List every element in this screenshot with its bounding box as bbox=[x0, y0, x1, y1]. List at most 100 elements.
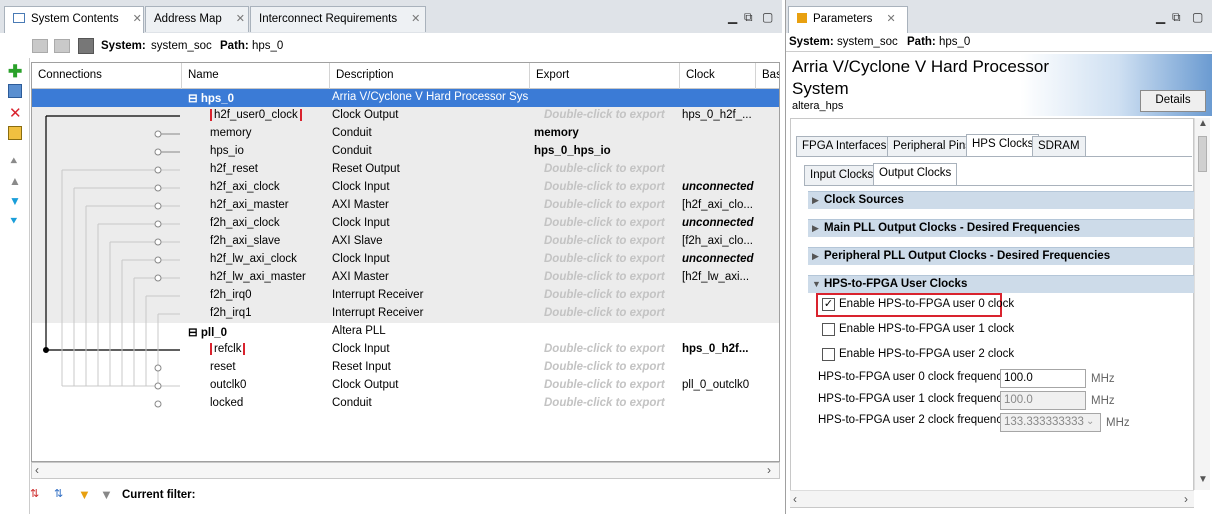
clock-cell[interactable]: unconnected bbox=[682, 253, 754, 265]
scroll-left-icon[interactable]: ‹ bbox=[793, 492, 797, 506]
clock-cell[interactable]: hps_0_h2f_... bbox=[682, 109, 754, 121]
maximize-icon[interactable]: ▢ bbox=[762, 10, 773, 24]
move-up-icon[interactable]: ▲ bbox=[9, 174, 21, 188]
edit-icon[interactable] bbox=[8, 126, 22, 140]
user1-frequency-field[interactable]: 100.0 bbox=[1000, 391, 1086, 410]
add-icon[interactable]: ✚ bbox=[8, 62, 22, 82]
clock-cell[interactable]: [h2f_axi_clo... bbox=[682, 199, 754, 211]
export-cell[interactable]: Double-click to export bbox=[544, 361, 688, 373]
horizontal-scrollbar[interactable]: ‹ › bbox=[790, 490, 1194, 507]
scroll-up-icon[interactable]: ▲ bbox=[1198, 118, 1208, 129]
export-cell[interactable]: Double-click to export bbox=[544, 163, 688, 175]
tab-input-clocks[interactable]: Input Clocks bbox=[804, 165, 880, 185]
tab-interconnect-requirements[interactable]: Interconnect Requirements ✕ bbox=[250, 6, 426, 32]
details-button[interactable]: Details bbox=[1140, 90, 1206, 112]
user0-clock-checkbox[interactable]: ✓ bbox=[822, 298, 835, 311]
clock-cell[interactable]: [h2f_lw_axi... bbox=[682, 271, 754, 283]
clock-cell[interactable]: unconnected bbox=[682, 217, 754, 229]
column-header-connections[interactable]: Connections bbox=[32, 63, 182, 89]
export-cell[interactable]: hps_0_hps_io bbox=[534, 145, 678, 157]
scroll-right-icon[interactable]: › bbox=[767, 463, 771, 477]
export-cell[interactable]: Double-click to export bbox=[544, 109, 688, 121]
user1-clock-checkbox[interactable] bbox=[822, 323, 835, 336]
export-cell[interactable]: Double-click to export bbox=[544, 199, 688, 211]
column-header-name[interactable]: Name bbox=[182, 63, 330, 89]
collapse-icon[interactable]: ⊟ bbox=[188, 93, 201, 105]
export-cell[interactable]: Double-click to export bbox=[544, 253, 688, 265]
connection-point[interactable] bbox=[154, 364, 162, 372]
clock-cell[interactable]: unconnected bbox=[682, 181, 754, 193]
export-cell[interactable]: Double-click to export bbox=[544, 271, 688, 283]
export-cell[interactable]: Double-click to export bbox=[544, 235, 688, 247]
connection-point[interactable] bbox=[43, 347, 49, 353]
export-cell[interactable]: Double-click to export bbox=[544, 289, 688, 301]
tab-peripheral-pins[interactable]: Peripheral Pins bbox=[887, 136, 977, 156]
move-bottom-icon[interactable]: ⯆ bbox=[9, 214, 19, 229]
move-top-icon[interactable] bbox=[32, 39, 48, 53]
export-cell[interactable]: Double-click to export bbox=[544, 379, 688, 391]
scroll-left-icon[interactable]: ‹ bbox=[35, 463, 39, 477]
chevron-down-icon[interactable]: ⌄ bbox=[1086, 416, 1094, 427]
connection-point[interactable] bbox=[154, 220, 162, 228]
close-icon[interactable]: ✕ bbox=[886, 13, 895, 25]
connection-point[interactable] bbox=[154, 130, 162, 138]
minimize-icon[interactable]: ▁ bbox=[1156, 10, 1165, 24]
connection-point[interactable] bbox=[154, 274, 162, 282]
tab-parameters[interactable]: Parameters ✕ bbox=[788, 6, 908, 33]
column-header-base[interactable]: Bas bbox=[756, 63, 779, 89]
tab-fpga-interfaces[interactable]: FPGA Interfaces bbox=[796, 136, 893, 156]
export-cell[interactable]: memory bbox=[534, 127, 678, 139]
tab-output-clocks[interactable]: Output Clocks bbox=[873, 163, 958, 185]
section-hps-to-fpga-user-clocks[interactable]: ▼ HPS-to-FPGA User Clocks bbox=[808, 275, 1194, 293]
remove-icon[interactable]: ✕ bbox=[9, 104, 22, 122]
collapse-icon[interactable]: ⊟ bbox=[188, 327, 201, 339]
horizontal-scrollbar[interactable]: ‹ › bbox=[31, 462, 780, 479]
export-cell[interactable]: Double-click to export bbox=[544, 307, 688, 319]
connection-point[interactable] bbox=[154, 148, 162, 156]
clock-cell[interactable]: hps_0_h2f... bbox=[682, 343, 754, 355]
user2-clock-checkbox[interactable] bbox=[822, 348, 835, 361]
export-cell[interactable]: Double-click to export bbox=[544, 343, 688, 355]
section-clock-sources[interactable]: ▶ Clock Sources bbox=[808, 191, 1194, 209]
move-top-icon[interactable]: ⯅ bbox=[9, 154, 19, 169]
minimize-icon[interactable]: ▁ bbox=[728, 10, 737, 24]
connection-point[interactable] bbox=[154, 184, 162, 192]
scrollbar-thumb[interactable] bbox=[1198, 136, 1207, 172]
scroll-down-icon[interactable]: ▼ bbox=[1198, 474, 1208, 485]
connection-point[interactable] bbox=[154, 382, 162, 390]
close-icon[interactable]: ✕ bbox=[411, 13, 420, 25]
tab-sdram[interactable]: SDRAM bbox=[1032, 136, 1086, 156]
tab-hps-clocks[interactable]: HPS Clocks bbox=[966, 134, 1040, 156]
export-cell[interactable]: Double-click to export bbox=[544, 397, 688, 409]
scroll-right-icon[interactable]: › bbox=[1184, 492, 1188, 506]
export-cell[interactable]: Double-click to export bbox=[544, 181, 688, 193]
connection-point[interactable] bbox=[154, 238, 162, 246]
export-cell[interactable]: Double-click to export bbox=[544, 217, 688, 229]
section-peripheral-pll[interactable]: ▶ Peripheral PLL Output Clocks - Desired … bbox=[808, 247, 1194, 265]
filter-icon[interactable]: ▼ bbox=[78, 487, 91, 502]
vertical-scrollbar[interactable]: ▲ ▼ bbox=[1194, 118, 1210, 490]
filter-reset-icon[interactable]: ⇅ bbox=[54, 487, 63, 500]
clock-cell[interactable]: [f2h_axi_clo... bbox=[682, 235, 754, 247]
clock-cell[interactable]: pll_0_outclk0 bbox=[682, 379, 754, 391]
add-component-icon[interactable] bbox=[8, 84, 22, 98]
user0-frequency-field[interactable]: 100.0 bbox=[1000, 369, 1086, 388]
column-header-description[interactable]: Description bbox=[330, 63, 530, 89]
move-up-icon[interactable] bbox=[54, 39, 70, 53]
connection-point[interactable] bbox=[154, 400, 162, 408]
connection-point[interactable] bbox=[154, 202, 162, 210]
connection-point[interactable] bbox=[154, 256, 162, 264]
tab-address-map[interactable]: Address Map ✕ bbox=[145, 6, 249, 32]
tab-system-contents[interactable]: System Contents ✕ bbox=[4, 6, 144, 33]
connection-point[interactable] bbox=[154, 166, 162, 174]
column-header-clock[interactable]: Clock bbox=[680, 63, 756, 89]
maximize-icon[interactable]: ▢ bbox=[1192, 10, 1203, 24]
column-header-export[interactable]: Export bbox=[530, 63, 680, 89]
detach-icon[interactable]: ⧉ bbox=[1172, 10, 1181, 25]
clear-filter-icon[interactable]: ▼ bbox=[100, 487, 113, 502]
detach-icon[interactable]: ⧉ bbox=[744, 10, 753, 25]
filter-clock-icon[interactable]: ⇅ bbox=[30, 487, 39, 500]
section-main-pll[interactable]: ▶ Main PLL Output Clocks - Desired Freque… bbox=[808, 219, 1194, 237]
close-icon[interactable]: ✕ bbox=[133, 13, 142, 25]
close-icon[interactable]: ✕ bbox=[236, 13, 245, 25]
